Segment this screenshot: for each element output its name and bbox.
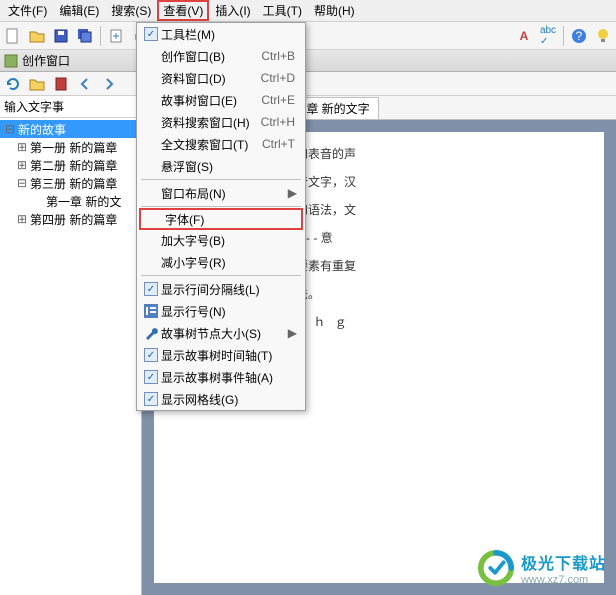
menu-show-time-axis[interactable]: ✓显示故事树时间轴(T) [137, 344, 305, 366]
expand-icon[interactable]: ⊞ [16, 158, 28, 172]
menu-create-window[interactable]: 创作窗口(B)Ctrl+B [137, 45, 305, 67]
menu-font[interactable]: 字体(F) [139, 208, 303, 230]
menu-float-window[interactable]: 悬浮窗(S) [137, 155, 305, 177]
menu-storytree-window[interactable]: 故事树窗口(E)Ctrl+E [137, 89, 305, 111]
expand-icon[interactable]: ⊞ [16, 212, 28, 226]
linenum-icon [144, 304, 158, 318]
chevron-right-icon: ▶ [288, 326, 301, 340]
spellcheck-icon[interactable]: abc✓ [537, 25, 559, 47]
collapse-icon[interactable]: ⊟ [16, 176, 28, 190]
view-dropdown: ✓工具栏(M) 创作窗口(B)Ctrl+B 资料窗口(D)Ctrl+D 故事树窗… [136, 22, 306, 411]
collapse-icon[interactable]: ⊟ [4, 122, 16, 136]
tree-node[interactable]: ⊞ 第一册 新的篇章 [0, 138, 141, 156]
tree-node[interactable]: ⊞ 第二册 新的篇章 [0, 156, 141, 174]
book-icon[interactable] [50, 73, 72, 95]
expand-icon[interactable]: ⊞ [16, 140, 28, 154]
search-row [0, 96, 141, 118]
menu-edit[interactable]: 编辑(E) [53, 0, 105, 21]
footer-title: 极光下载站 [521, 550, 606, 574]
panel-icon [4, 54, 18, 68]
menu-search[interactable]: 搜索(S) [105, 0, 157, 21]
menu-help[interactable]: 帮助(H) [308, 0, 361, 21]
menu-insert[interactable]: 插入(I) [209, 0, 256, 21]
search-input[interactable] [2, 98, 139, 116]
menu-show-line-num[interactable]: 显示行号(N) [137, 300, 305, 322]
tree-node[interactable]: ⊞ 第四册 新的篇章 [0, 210, 141, 228]
menu-resource-search[interactable]: 资料搜索窗口(H)Ctrl+H [137, 111, 305, 133]
menu-view[interactable]: 查看(V) [157, 0, 209, 21]
saveall-icon[interactable] [74, 25, 96, 47]
tip-icon[interactable] [592, 25, 614, 47]
panel-title: 创作窗口 [22, 52, 70, 69]
new-icon[interactable] [2, 25, 24, 47]
bold-icon[interactable]: A [513, 25, 535, 47]
menubar: 文件(F) 编辑(E) 搜索(S) 查看(V) 插入(I) 工具(T) 帮助(H… [0, 0, 616, 22]
footer-url: www.xz7.com [521, 574, 606, 586]
menu-resource-window[interactable]: 资料窗口(D)Ctrl+D [137, 67, 305, 89]
folder-icon[interactable] [26, 73, 48, 95]
refresh-icon[interactable] [2, 73, 24, 95]
left-panel: ⊟ 新的故事 ⊞ 第一册 新的篇章 ⊞ 第二册 新的篇章 ⊟ 第三册 新的篇章 … [0, 96, 142, 595]
mini-toolbar [0, 72, 616, 96]
menu-show-line-sep[interactable]: ✓显示行间分隔线(L) [137, 278, 305, 300]
logo-icon [477, 549, 515, 587]
footer-watermark: 极光下载站 www.xz7.com [477, 549, 606, 587]
arrow-left-icon[interactable] [74, 73, 96, 95]
menu-window-layout[interactable]: 窗口布局(N)▶ [137, 182, 305, 204]
menu-fulltext-search[interactable]: 全文搜索窗口(T)Ctrl+T [137, 133, 305, 155]
menu-tree-node-size[interactable]: 故事树节点大小(S)▶ [137, 322, 305, 344]
panel-header: 创作窗口 [0, 50, 616, 72]
tree-node[interactable]: ⊟ 第三册 新的篇章 [0, 174, 141, 192]
svg-text:?: ? [576, 29, 583, 43]
main-toolbar: A abc✓ ? [0, 22, 616, 50]
wrench-icon [144, 326, 158, 340]
arrow-right-icon[interactable] [98, 73, 120, 95]
tree-leaf[interactable]: 第一章 新的文 [0, 192, 141, 210]
menu-decrease-font[interactable]: 减小字号(R) [137, 251, 305, 273]
menu-tools[interactable]: 工具(T) [257, 0, 308, 21]
tree-root[interactable]: ⊟ 新的故事 [0, 120, 141, 138]
export-icon[interactable] [105, 25, 127, 47]
menu-show-grid[interactable]: ✓显示网格线(G) [137, 388, 305, 410]
open-icon[interactable] [26, 25, 48, 47]
menu-toolbar[interactable]: ✓工具栏(M) [137, 23, 305, 45]
menu-increase-font[interactable]: 加大字号(B) [137, 229, 305, 251]
menu-show-event-axis[interactable]: ✓显示故事树事件轴(A) [137, 366, 305, 388]
story-tree: ⊟ 新的故事 ⊞ 第一册 新的篇章 ⊞ 第二册 新的篇章 ⊟ 第三册 新的篇章 … [0, 118, 141, 595]
save-icon[interactable] [50, 25, 72, 47]
help-icon[interactable]: ? [568, 25, 590, 47]
chevron-right-icon: ▶ [288, 186, 301, 200]
menu-file[interactable]: 文件(F) [2, 0, 53, 21]
